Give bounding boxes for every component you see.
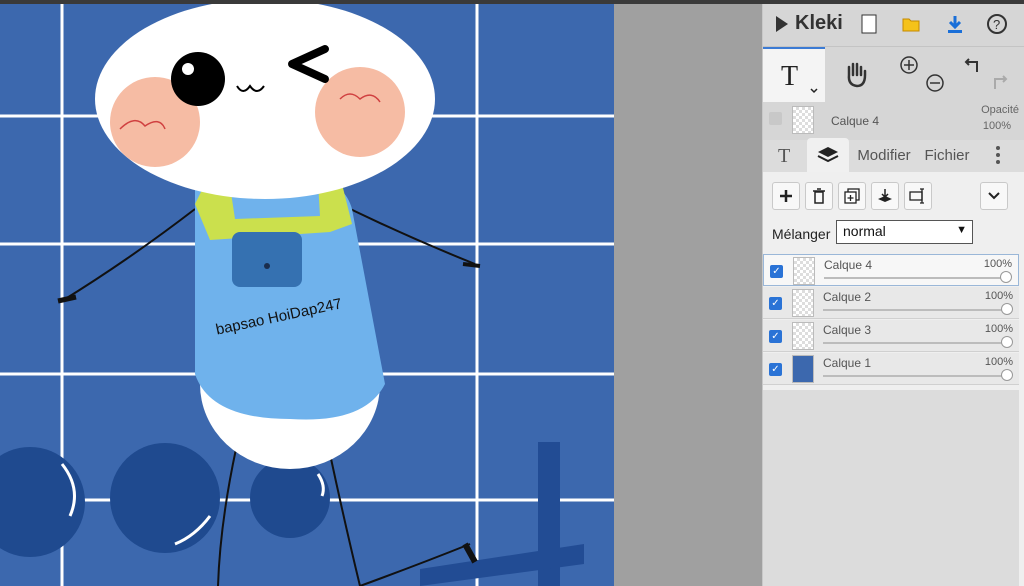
kleki-logo-icon — [776, 15, 788, 32]
layer-opacity-slider[interactable] — [823, 369, 1013, 381]
layer-name: Calque 1 — [823, 356, 872, 370]
delete-layer-icon — [813, 188, 825, 204]
layers-tab-icon — [817, 147, 839, 163]
chevron-down-icon: ▼ — [956, 224, 967, 236]
add-layer-button[interactable] — [772, 182, 800, 210]
layer-opacity: 100% — [984, 290, 1013, 302]
slider-knob[interactable] — [1001, 369, 1013, 381]
rename-layer-button[interactable] — [904, 182, 932, 210]
more-menu-icon[interactable] — [987, 138, 1009, 172]
duplicate-layer-button[interactable] — [838, 182, 866, 210]
blend-label: Mélanger — [772, 226, 831, 242]
layer-visibility-checkbox[interactable]: ✓ — [769, 297, 782, 310]
blend-mode-select[interactable]: normal ▼ — [836, 220, 973, 244]
redo-icon[interactable] — [989, 71, 1009, 98]
svg-text:?: ? — [993, 17, 1000, 32]
slider-knob[interactable] — [1001, 303, 1013, 315]
add-layer-icon — [780, 190, 792, 202]
current-layer-thumbnail — [792, 106, 814, 134]
tool-row: T — [763, 47, 1024, 103]
merge-down-icon — [878, 189, 892, 202]
layer-opacity: 100% — [984, 323, 1013, 335]
canvas-outside — [614, 4, 762, 586]
layer-thumbnail — [792, 355, 814, 383]
layer-visibility-checkbox[interactable]: ✓ — [769, 363, 782, 376]
new-file-icon[interactable] — [857, 12, 881, 36]
layers-panel-empty-area — [763, 390, 1019, 586]
tab-text[interactable]: T — [767, 138, 803, 172]
chevron-down-icon — [988, 192, 1000, 200]
layer-thumbnail — [793, 257, 815, 285]
layer-options-button[interactable] — [980, 182, 1008, 210]
merge-down-button[interactable] — [871, 182, 899, 210]
kleki-logo[interactable]: Kleki — [773, 12, 843, 35]
text-tool-button[interactable]: T — [763, 47, 825, 102]
layer-opacity-slider[interactable] — [824, 271, 1012, 283]
tab-fichier[interactable]: Fichier — [921, 138, 973, 172]
text-tool-icon: T — [781, 61, 818, 94]
zoom-out-icon[interactable] — [925, 73, 945, 98]
drawing-canvas[interactable]: bapsao HoiDap247 — [0, 4, 762, 586]
opacity-label: Opacité — [981, 104, 1019, 116]
delete-layer-button[interactable] — [805, 182, 833, 210]
layer-opacity-slider[interactable] — [823, 303, 1013, 315]
app-logo-text: Kleki — [795, 12, 843, 34]
layer-name: Calque 4 — [824, 258, 873, 272]
current-layer-name: Calque 4 — [831, 114, 880, 128]
text-tab-icon: T — [778, 145, 790, 166]
layer-name: Calque 3 — [823, 323, 872, 337]
rename-layer-icon — [909, 188, 924, 204]
layer-name: Calque 2 — [823, 290, 872, 304]
current-layer-checkbox — [769, 112, 782, 125]
hand-tool-icon[interactable] — [843, 59, 871, 94]
tab-modifier[interactable]: Modifier — [853, 138, 915, 172]
layer-row[interactable]: ✓ Calque 3 100% — [763, 320, 1019, 352]
download-icon[interactable] — [943, 12, 967, 36]
layer-row[interactable]: ✓ Calque 2 100% — [763, 287, 1019, 319]
layer-thumbnail — [792, 322, 814, 350]
blend-mode-value: normal — [843, 223, 886, 239]
sidebar: Kleki ? T Calque 4 Opacité 100% T Modifi… — [762, 4, 1024, 586]
opacity-value: 100% — [982, 120, 1011, 132]
duplicate-layer-icon — [844, 188, 860, 204]
layer-opacity: 100% — [983, 258, 1012, 270]
zoom-in-icon[interactable] — [899, 55, 919, 80]
undo-icon[interactable] — [963, 55, 983, 80]
current-layer-info: Calque 4 Opacité 100% — [763, 102, 1024, 140]
layer-visibility-checkbox[interactable]: ✓ — [770, 265, 783, 278]
layer-row[interactable]: ✓ Calque 1 100% — [763, 353, 1019, 385]
layer-thumbnail — [792, 289, 814, 317]
svg-text:T: T — [778, 145, 790, 166]
layers-panel: Mélanger normal ▼ ✓ Calque 4 100% ✓ Calq… — [763, 172, 1024, 586]
drawing-canvas-area[interactable]: bapsao HoiDap247 — [0, 4, 762, 586]
help-icon[interactable]: ? — [985, 12, 1009, 36]
svg-text:T: T — [781, 61, 798, 92]
layer-opacity: 100% — [984, 356, 1013, 368]
slider-knob[interactable] — [1000, 271, 1012, 283]
sidebar-top-bar: Kleki ? — [763, 4, 1024, 47]
layer-visibility-checkbox[interactable]: ✓ — [769, 330, 782, 343]
panel-tabs: T Modifier Fichier — [763, 138, 1024, 172]
layer-opacity-slider[interactable] — [823, 336, 1013, 348]
open-folder-icon[interactable] — [899, 12, 923, 36]
slider-knob[interactable] — [1001, 336, 1013, 348]
tab-layers[interactable] — [807, 138, 849, 172]
layer-row[interactable]: ✓ Calque 4 100% — [763, 254, 1019, 286]
